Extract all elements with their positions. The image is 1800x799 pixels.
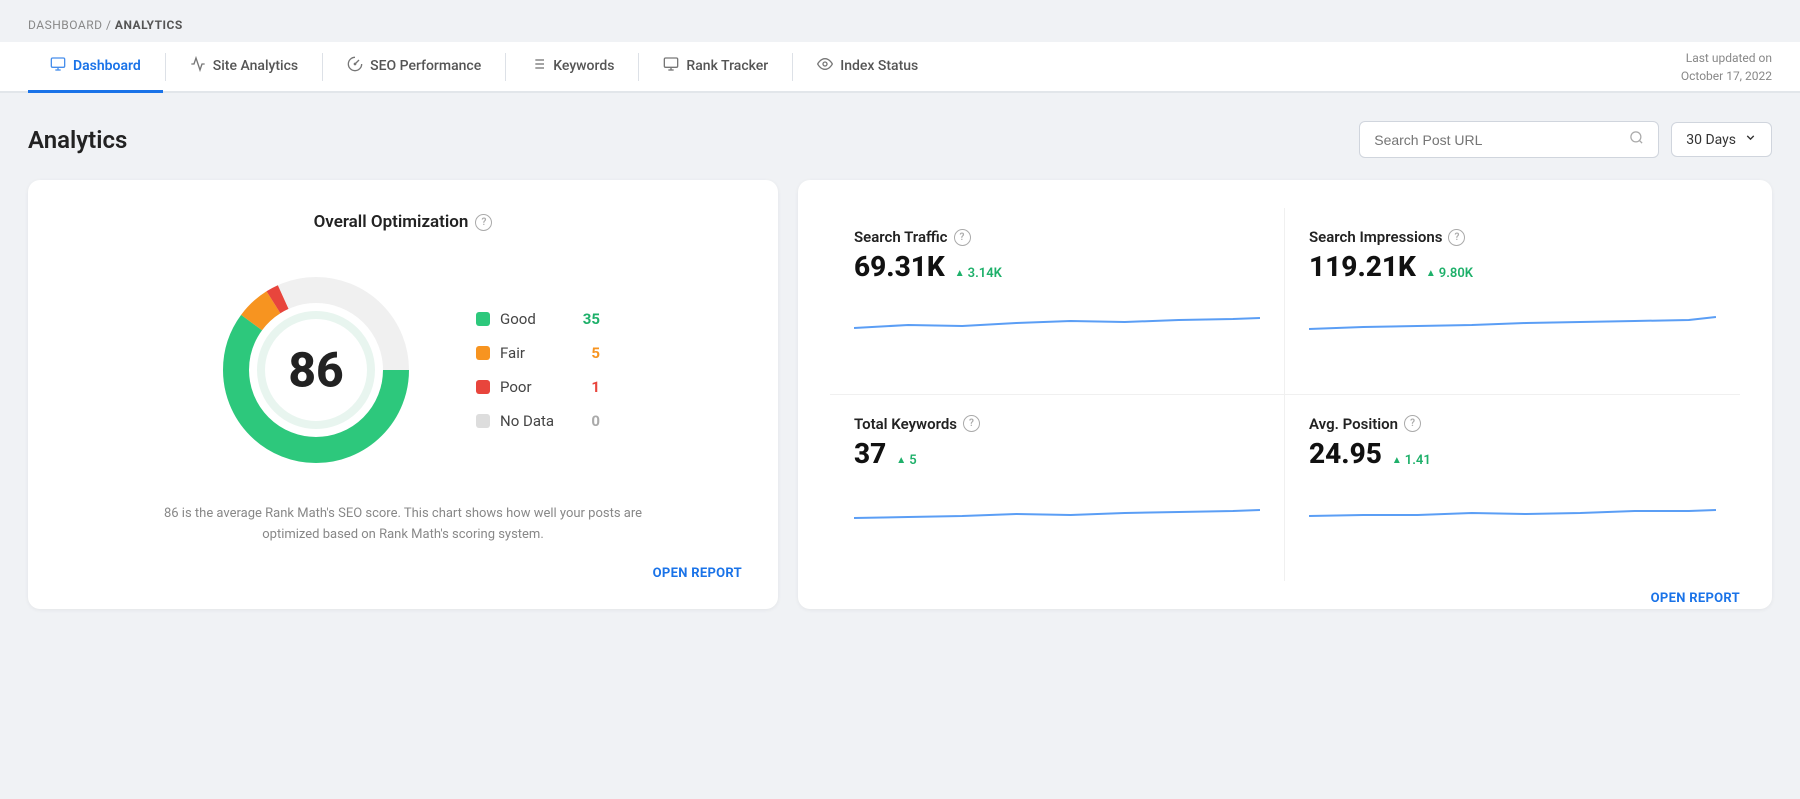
stat-total-keywords-delta: 5 — [896, 453, 916, 468]
search-icon — [1629, 130, 1644, 149]
legend-fair-value: 5 — [580, 344, 600, 362]
optimization-help-icon[interactable]: ? — [475, 214, 492, 231]
avg-position-sparkline — [1309, 480, 1716, 530]
search-impressions-sparkline — [1309, 293, 1716, 343]
last-updated: Last updated on October 17, 2022 — [1681, 49, 1772, 85]
stat-search-impressions-delta: 9.80K — [1426, 266, 1473, 281]
stat-search-impressions-help[interactable]: ? — [1448, 229, 1465, 246]
search-traffic-sparkline — [854, 293, 1260, 343]
stat-total-keywords: Total Keywords ? 37 5 — [830, 395, 1285, 581]
header-controls: 30 Days — [1359, 121, 1772, 158]
tab-bar: Dashboard Site Analytics SEO Performance… — [0, 42, 1800, 93]
days-dropdown[interactable]: 30 Days — [1671, 122, 1772, 157]
tab-rank-tracker[interactable]: Rank Tracker — [641, 42, 790, 93]
stats-open-report[interactable]: OPEN REPORT — [830, 581, 1740, 606]
tab-keywords[interactable]: Keywords — [508, 42, 636, 93]
optimization-description: 86 is the average Rank Math's SEO score.… — [143, 504, 663, 546]
stats-card: Search Traffic ? 69.31K 3.14K Search Imp… — [798, 180, 1772, 609]
tab-site-analytics[interactable]: Site Analytics — [168, 42, 320, 93]
stat-total-keywords-value: 37 — [854, 437, 886, 470]
tab-dashboard-label: Dashboard — [73, 58, 141, 74]
total-keywords-sparkline — [854, 480, 1260, 530]
breadcrumb-prefix: DASHBOARD — [28, 18, 102, 32]
stat-search-traffic-delta: 3.14K — [955, 266, 1002, 281]
optimization-title: Overall Optimization ? — [64, 212, 742, 232]
legend-fair: Fair 5 — [476, 344, 600, 362]
stat-search-impressions: Search Impressions ? 119.21K 9.80K — [1285, 208, 1740, 395]
legend-nodata: No Data 0 — [476, 412, 600, 430]
breadcrumb: DASHBOARD / ANALYTICS — [0, 0, 1800, 42]
eye-icon — [817, 56, 833, 76]
tab-keywords-label: Keywords — [553, 58, 614, 74]
stat-search-traffic-label: Search Traffic — [854, 228, 948, 246]
chart-icon — [190, 56, 206, 76]
stat-avg-position-help[interactable]: ? — [1404, 415, 1421, 432]
stat-avg-position-value: 24.95 — [1309, 437, 1382, 470]
tab-divider-4 — [638, 53, 639, 81]
optimization-open-report[interactable]: OPEN REPORT — [64, 566, 742, 581]
breadcrumb-current: ANALYTICS — [115, 18, 183, 32]
tab-seo-performance-label: SEO Performance — [370, 58, 481, 74]
tab-divider-2 — [322, 53, 323, 81]
legend-nodata-label: No Data — [500, 412, 570, 430]
legend-good-value: 35 — [580, 310, 600, 328]
tab-divider-1 — [165, 53, 166, 81]
legend-poor-value: 1 — [580, 378, 600, 396]
main-content: Analytics 30 Days Overall Optimization ? — [0, 93, 1800, 637]
last-updated-date: October 17, 2022 — [1681, 67, 1772, 85]
legend-good-label: Good — [500, 310, 570, 328]
search-url-input[interactable] — [1374, 132, 1621, 148]
donut-area: 86 Good 35 Fair 5 — [64, 260, 742, 480]
legend-poor: Poor 1 — [476, 378, 600, 396]
stat-search-impressions-label: Search Impressions — [1309, 228, 1442, 246]
optimization-card: Overall Optimization ? — [28, 180, 778, 609]
legend-good-dot — [476, 312, 490, 326]
legend-fair-label: Fair — [500, 344, 570, 362]
stats-grid: Search Traffic ? 69.31K 3.14K Search Imp… — [830, 208, 1740, 581]
tab-rank-tracker-label: Rank Tracker — [686, 58, 768, 74]
optimization-legend: Good 35 Fair 5 Poor 1 N — [476, 310, 600, 430]
page-title: Analytics — [28, 126, 127, 154]
list-icon — [530, 56, 546, 76]
stat-avg-position: Avg. Position ? 24.95 1.41 — [1285, 395, 1740, 581]
breadcrumb-separator: / — [106, 18, 115, 32]
donut-chart: 86 — [206, 260, 426, 480]
stat-avg-position-label: Avg. Position — [1309, 415, 1398, 433]
monitor-small-icon — [663, 56, 679, 76]
legend-good: Good 35 — [476, 310, 600, 328]
legend-nodata-dot — [476, 414, 490, 428]
days-dropdown-label: 30 Days — [1686, 132, 1736, 148]
legend-poor-label: Poor — [500, 378, 570, 396]
tab-divider-3 — [505, 53, 506, 81]
stat-total-keywords-label: Total Keywords — [854, 415, 957, 433]
tab-site-analytics-label: Site Analytics — [213, 58, 298, 74]
stat-search-impressions-value: 119.21K — [1309, 250, 1416, 283]
legend-poor-dot — [476, 380, 490, 394]
stat-avg-position-delta: 1.41 — [1392, 453, 1431, 468]
gauge-icon — [347, 56, 363, 76]
stat-search-traffic-value: 69.31K — [854, 250, 945, 283]
stat-search-traffic-help[interactable]: ? — [954, 229, 971, 246]
legend-fair-dot — [476, 346, 490, 360]
tab-seo-performance[interactable]: SEO Performance — [325, 42, 503, 93]
tab-index-status-label: Index Status — [840, 58, 918, 74]
legend-nodata-value: 0 — [580, 412, 600, 430]
monitor-icon — [50, 56, 66, 76]
tab-dashboard[interactable]: Dashboard — [28, 42, 163, 93]
optimization-score: 86 — [288, 342, 343, 399]
stat-search-traffic: Search Traffic ? 69.31K 3.14K — [830, 208, 1285, 395]
tab-index-status[interactable]: Index Status — [795, 42, 940, 93]
search-url-field[interactable] — [1359, 121, 1659, 158]
tab-divider-5 — [792, 53, 793, 81]
last-updated-label: Last updated on — [1681, 49, 1772, 67]
chevron-down-icon — [1744, 131, 1757, 148]
analytics-header: Analytics 30 Days — [28, 121, 1772, 158]
stat-total-keywords-help[interactable]: ? — [963, 415, 980, 432]
cards-row: Overall Optimization ? — [28, 180, 1772, 609]
